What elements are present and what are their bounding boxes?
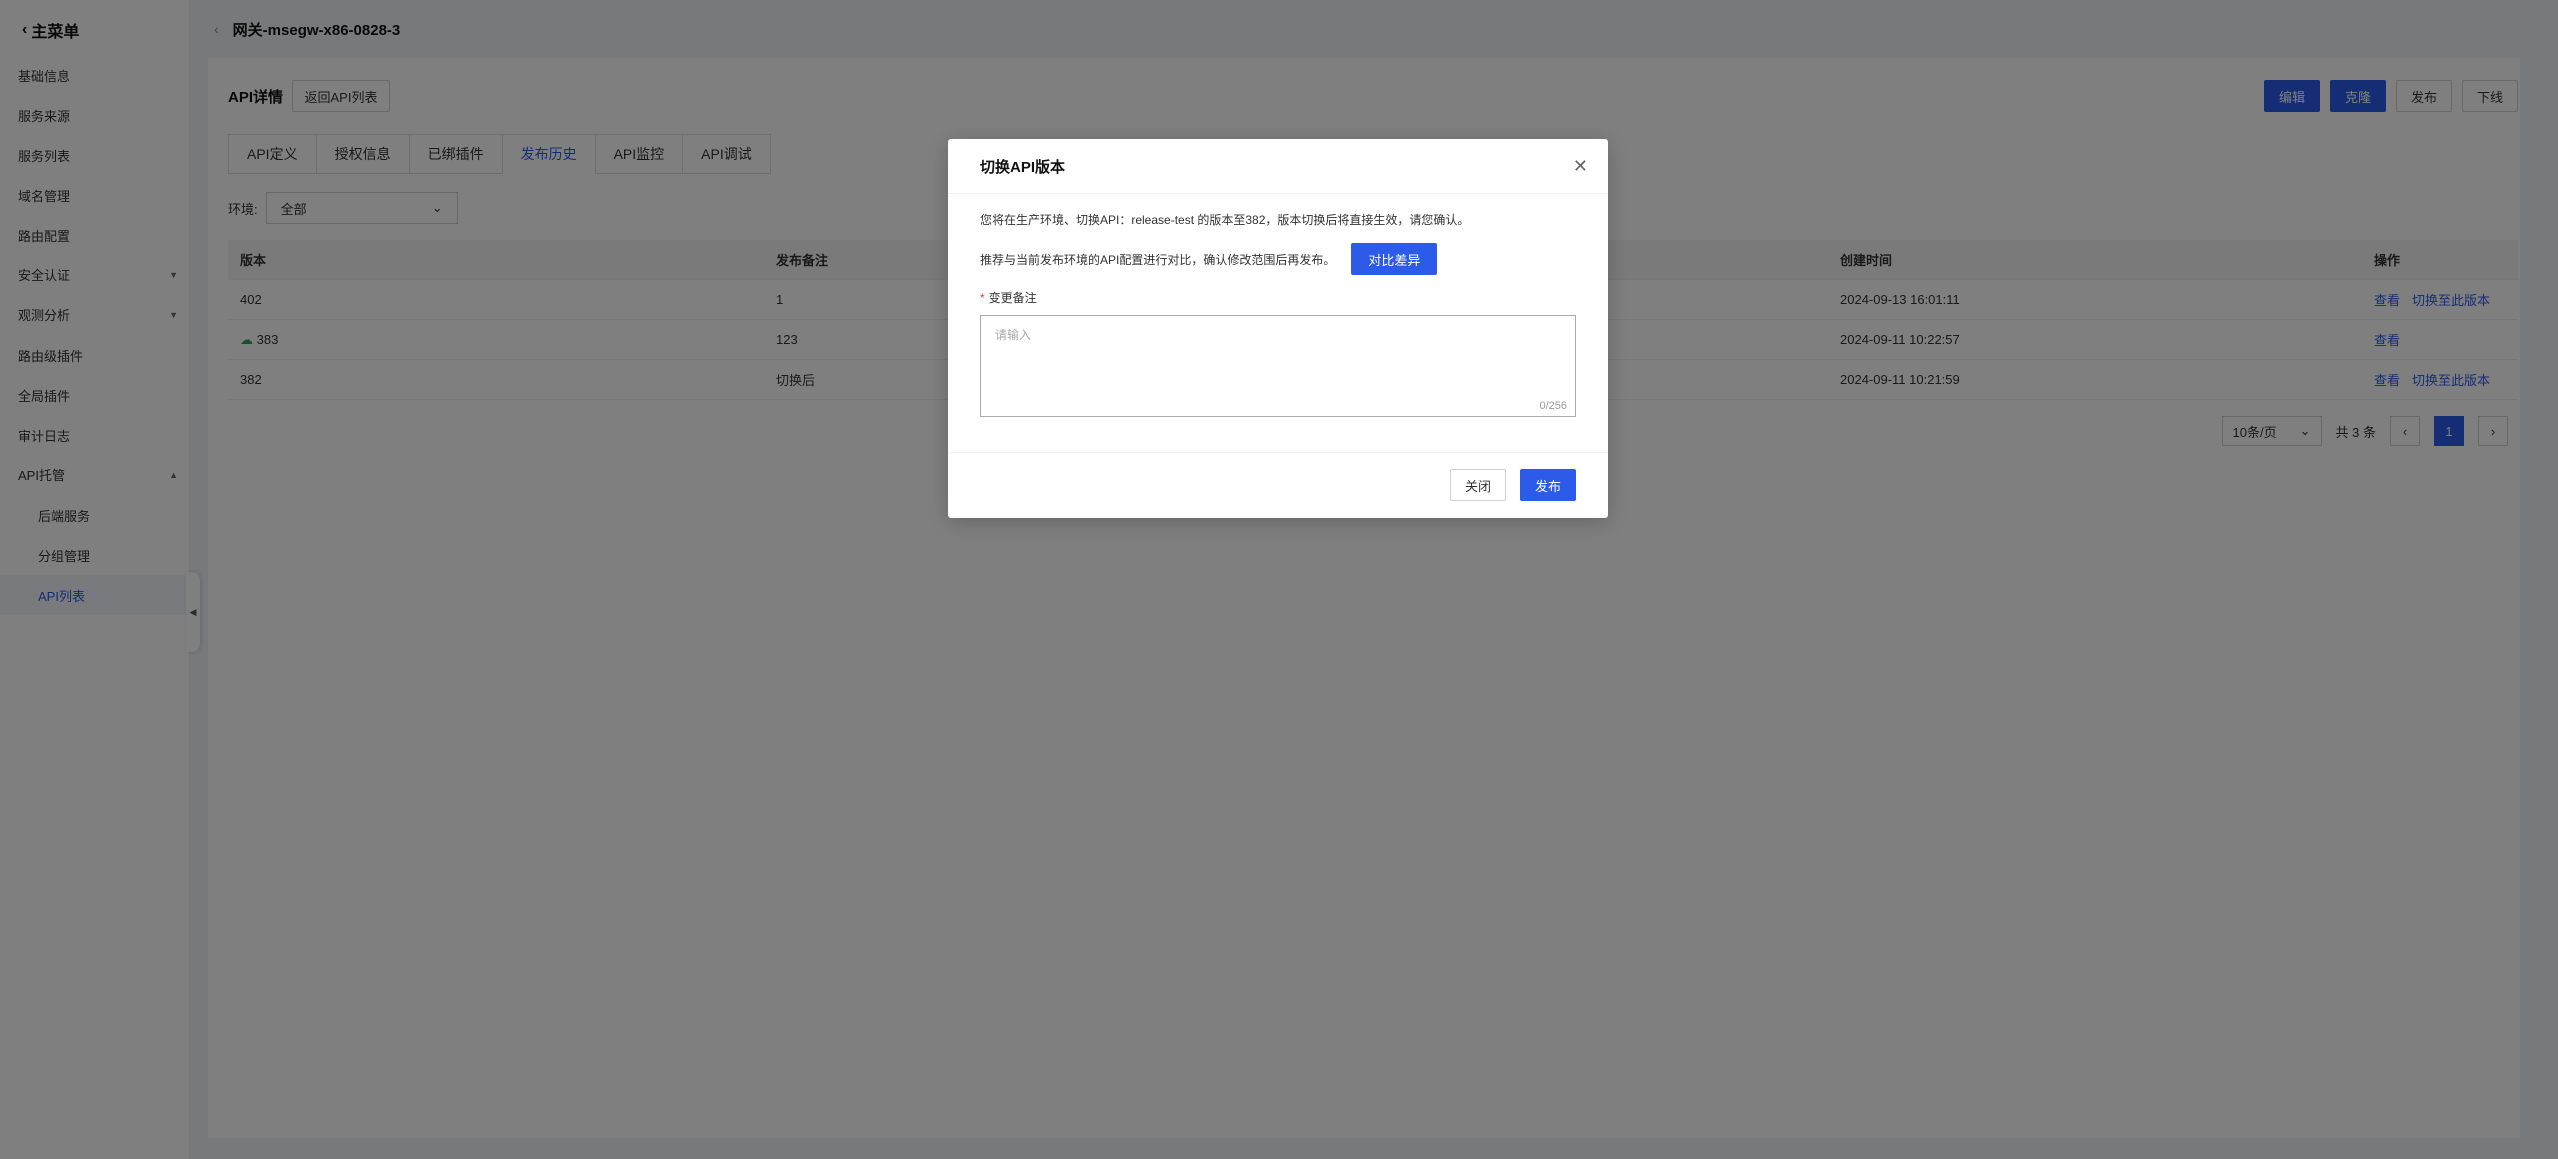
char-count: 0/256 [1539, 400, 1567, 412]
change-note-textarea[interactable]: 请输入 0/256 [980, 315, 1576, 417]
modal-title: 切换API版本 [980, 158, 1066, 176]
modal-footer: 关闭 发布 [948, 452, 1608, 518]
modal-recommend: 推荐与当前发布环境的API配置进行对比，确认修改范围后再发布。 对比差异 [980, 243, 1438, 275]
publish-button[interactable]: 发布 [1520, 469, 1576, 501]
modal-header: 切换API版本 ✕ [948, 139, 1608, 194]
close-button[interactable]: 关闭 [1450, 469, 1506, 501]
change-note-label: * 变更备注 [980, 291, 1037, 305]
compare-diff-button[interactable]: 对比差异 [1351, 243, 1438, 275]
close-icon[interactable]: ✕ [1573, 156, 1588, 177]
required-mark: * [980, 291, 985, 305]
switch-version-modal: 切换API版本 ✕ 您将在生产环境、切换API：release-test 的版本… [948, 139, 1608, 518]
modal-info-text: 您将在生产环境、切换API：release-test 的版本至382，版本切换后… [980, 213, 1470, 227]
